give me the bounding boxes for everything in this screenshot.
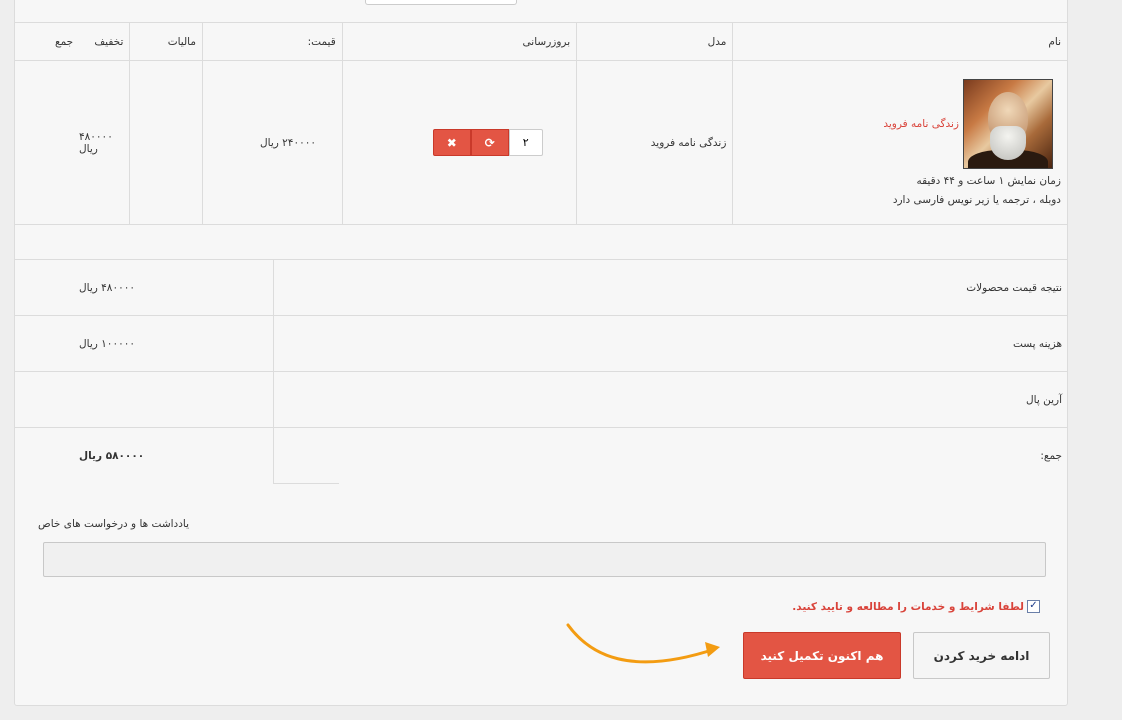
- cart-header-row: تخفیف جمع مالیات قیمت: بروزرسانی مدل نام: [13, 22, 1068, 61]
- totals-value: [14, 371, 274, 428]
- totals-label: آرین پال: [339, 371, 1068, 428]
- totals-value: ۴۸۰۰۰۰ ریال: [14, 259, 274, 316]
- header-total-discount: تخفیف جمع: [13, 22, 130, 61]
- totals-label: نتیجه قیمت محصولات: [339, 259, 1068, 316]
- product-title-link[interactable]: زندگی نامه فروید: [883, 118, 959, 130]
- totals-value-text: ۴۸۰۰۰۰ ریال: [79, 281, 136, 294]
- totals-row: آرین پال: [14, 371, 1068, 428]
- totals-label: هزینه پست: [339, 315, 1068, 372]
- totals-row: ۵۸۰۰۰۰ ریال جمع:: [14, 427, 1068, 484]
- product-update: ✖ ⟳: [341, 60, 578, 225]
- totals-row: ۴۸۰۰۰۰ ریال نتیجه قیمت محصولات: [14, 259, 1068, 316]
- totals-label-text: هزینه پست: [1013, 337, 1062, 350]
- product-meta-language: دوبله ، ترجمه یا زیر نویس فارسی دارد: [892, 194, 1061, 206]
- totals-spacer: [273, 371, 339, 428]
- terms-text: لطفا شرایط و خدمات را مطالعه و تایید کنی…: [792, 600, 1024, 613]
- grand-total-label: جمع:: [1040, 449, 1062, 462]
- terms-checkbox[interactable]: ✓: [1027, 600, 1040, 613]
- grand-total-value: ۵۸۰۰۰۰ ریال: [79, 449, 145, 462]
- totals-table: ۴۸۰۰۰۰ ریال نتیجه قیمت محصولات ۱۰۰۰۰۰ ری…: [14, 259, 1068, 484]
- continue-shopping-button[interactable]: ادامه خرید کردن: [913, 632, 1050, 679]
- cart-product-row: ۴۸۰۰۰۰ ریال ۲۴۰۰۰۰ ریال ✖ ⟳ زندگی نامه ف…: [13, 60, 1068, 225]
- product-tax: [129, 60, 203, 225]
- notes-textarea[interactable]: [43, 542, 1046, 577]
- remove-button[interactable]: ✖: [432, 129, 471, 156]
- product-image[interactable]: [963, 79, 1053, 169]
- totals-spacer: [273, 427, 339, 484]
- totals-label-text: آرین پال: [1026, 393, 1062, 406]
- totals-value-text: ۱۰۰۰۰۰ ریال: [79, 337, 136, 350]
- terms-agreement: ✓ لطفا شرایط و خدمات را مطالعه و تایید ک…: [792, 600, 1040, 613]
- product-model-value: زندگی نامه فروید: [650, 136, 727, 149]
- quantity-group: ✖ ⟳: [432, 129, 570, 156]
- top-input-remnant[interactable]: [365, 0, 517, 5]
- totals-label-text: نتیجه قیمت محصولات: [966, 281, 1062, 294]
- product-meta-duration: زمان نمایش ۱ ساعت و ۴۴ دقیقه: [916, 175, 1061, 187]
- totals-label: جمع:: [339, 427, 1068, 484]
- header-total: جمع: [55, 35, 74, 48]
- checkout-button[interactable]: هم اکنون تکمیل کنید: [743, 632, 901, 679]
- header-name: نام: [732, 22, 1068, 61]
- product-total: ۴۸۰۰۰۰ ریال: [13, 60, 131, 225]
- notes-label: یادداشت ها و درخواست های خاص: [38, 518, 190, 530]
- totals-value: ۵۸۰۰۰۰ ریال: [14, 427, 274, 484]
- header-model: مدل: [576, 22, 734, 61]
- totals-value: ۱۰۰۰۰۰ ریال: [14, 315, 274, 372]
- header-tax: مالیات: [129, 22, 203, 61]
- product-price-value: ۲۴۰۰۰۰ ریال: [260, 136, 317, 149]
- quantity-input[interactable]: [508, 129, 543, 156]
- header-discount: تخفیف: [94, 35, 124, 48]
- totals-row: ۱۰۰۰۰۰ ریال هزینه پست: [14, 315, 1068, 372]
- header-update: بروزرسانی: [341, 22, 578, 61]
- cart-table: تخفیف جمع مالیات قیمت: بروزرسانی مدل نام…: [13, 22, 1068, 225]
- product-meta: زمان نمایش ۱ ساعت و ۴۴ دقیقه دوبله ، ترج…: [893, 172, 1061, 210]
- annotation-arrow-icon: [566, 623, 720, 664]
- product-name-cell: زندگی نامه فروید زمان نمایش ۱ ساعت و ۴۴ …: [732, 60, 1068, 225]
- close-icon: ✖: [446, 135, 457, 150]
- totals-spacer: [273, 315, 339, 372]
- product-price: ۲۴۰۰۰۰ ریال: [202, 60, 343, 225]
- product-model: زندگی نامه فروید: [576, 60, 734, 225]
- refresh-button[interactable]: ⟳: [470, 129, 509, 156]
- product-total-value: ۴۸۰۰۰۰ ریال: [79, 130, 113, 155]
- totals-spacer: [273, 259, 339, 316]
- header-price: قیمت:: [202, 22, 343, 61]
- refresh-icon: ⟳: [484, 135, 495, 150]
